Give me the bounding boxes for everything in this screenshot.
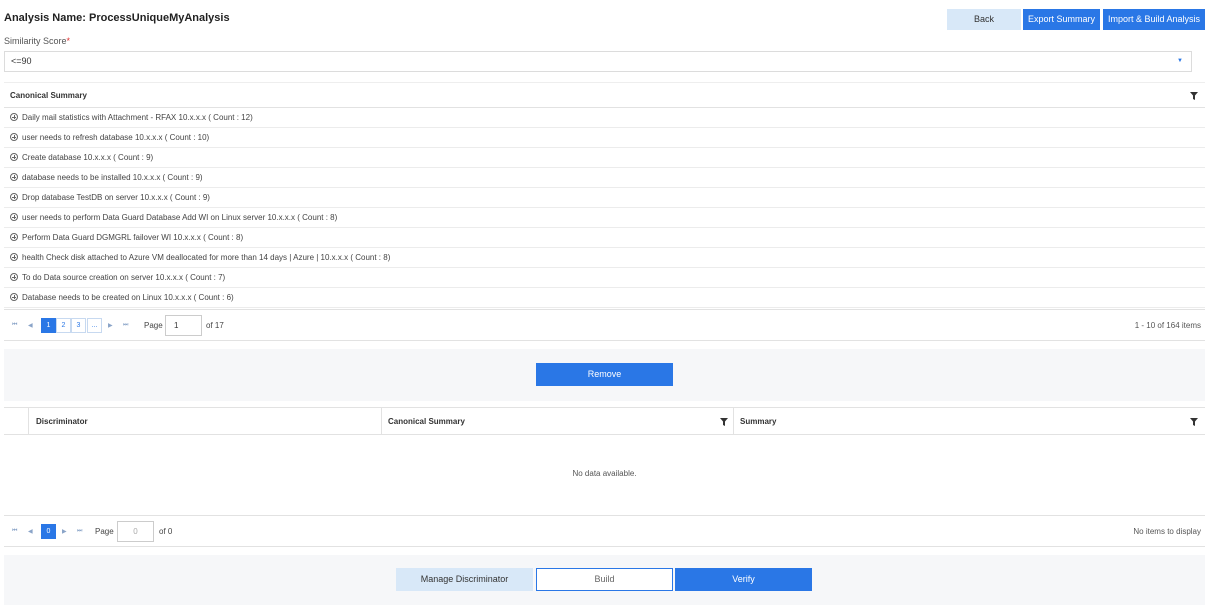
table-row[interactable]: Daily mail statistics with Attachment - …: [4, 108, 1205, 128]
page-label: Page: [95, 527, 114, 536]
dropdown-caret-icon: ▼: [1177, 58, 1183, 64]
build-button[interactable]: Build: [536, 568, 673, 591]
summary-grid-header: Canonical Summary: [4, 82, 1205, 108]
column-divider: [381, 408, 382, 435]
similarity-score-select[interactable]: <=90 ▼: [4, 51, 1192, 72]
verify-button[interactable]: Verify: [675, 568, 812, 591]
table-row[interactable]: database needs to be installed 10.x.x.x …: [4, 168, 1205, 188]
page-number-input[interactable]: 1: [165, 315, 202, 336]
similarity-score-value: <=90: [11, 56, 32, 66]
table-row[interactable]: Drop database TestDB on server 10.x.x.x …: [4, 188, 1205, 208]
filter-icon[interactable]: [1190, 418, 1198, 426]
next-page-icon[interactable]: ▶: [62, 528, 67, 535]
table-row[interactable]: Database needs to be created on Linux 10…: [4, 288, 1205, 308]
last-page-icon[interactable]: ⏭: [77, 528, 82, 535]
row-text: Perform Data Guard DGMGRL failover WI 10…: [22, 233, 244, 242]
expand-plus-icon[interactable]: [10, 193, 18, 201]
table-row[interactable]: user needs to perform Data Guard Databas…: [4, 208, 1205, 228]
footer-actions: Manage Discriminator Build Verify: [4, 555, 1205, 605]
expand-plus-icon[interactable]: [10, 253, 18, 261]
discriminator-column-header: Discriminator: [36, 417, 88, 426]
expand-plus-icon[interactable]: [10, 213, 18, 221]
filter-icon[interactable]: [1190, 92, 1198, 100]
discriminator-grid-pager: ⏮ ◀ 0 ▶ ⏭ Page 0 of 0 No items to displa…: [4, 515, 1205, 547]
empty-grid-message: No data available.: [572, 469, 637, 478]
summary-grid-rows: Daily mail statistics with Attachment - …: [4, 108, 1205, 308]
summary-grid-pager: ⏮ ◀ 1 2 3 ... ▶ ⏭ Page 1 of 17 1 - 10 of…: [4, 309, 1205, 341]
table-row[interactable]: To do Data source creation on server 10.…: [4, 268, 1205, 288]
pager-items-info: No items to display: [1133, 527, 1201, 536]
prev-page-icon[interactable]: ◀: [28, 322, 33, 329]
row-text: Daily mail statistics with Attachment - …: [22, 113, 253, 122]
table-row[interactable]: Perform Data Guard DGMGRL failover WI 10…: [4, 228, 1205, 248]
page-button-3[interactable]: 3: [71, 318, 86, 333]
table-row[interactable]: user needs to refresh database 10.x.x.x …: [4, 128, 1205, 148]
first-page-icon[interactable]: ⏮: [12, 322, 17, 329]
expand-plus-icon[interactable]: [10, 153, 18, 161]
page-number-input[interactable]: 0: [117, 521, 154, 542]
next-page-icon[interactable]: ▶: [108, 322, 113, 329]
row-text: Create database 10.x.x.x ( Count : 9): [22, 153, 154, 162]
page-button-2[interactable]: 2: [56, 318, 71, 333]
row-text: Database needs to be created on Linux 10…: [22, 293, 234, 302]
row-text: health Check disk attached to Azure VM d…: [22, 253, 391, 262]
page-button-1[interactable]: 1: [41, 318, 56, 333]
canonical-summary-column-header: Canonical Summary: [10, 91, 87, 100]
last-page-icon[interactable]: ⏭: [123, 322, 128, 329]
page-total-label: of 17: [206, 321, 224, 330]
row-text: user needs to refresh database 10.x.x.x …: [22, 133, 210, 142]
row-text: user needs to perform Data Guard Databas…: [22, 213, 338, 222]
back-button[interactable]: Back: [947, 9, 1021, 30]
page-button-more[interactable]: ...: [87, 318, 102, 333]
first-page-icon[interactable]: ⏮: [12, 528, 17, 535]
pager-items-info: 1 - 10 of 164 items: [1134, 321, 1201, 330]
similarity-score-label-text: Similarity Score: [4, 36, 67, 46]
column-divider: [28, 408, 29, 435]
table-row[interactable]: health Check disk attached to Azure VM d…: [4, 248, 1205, 268]
remove-button[interactable]: Remove: [536, 363, 673, 386]
summary-column-header: Summary: [740, 417, 777, 426]
expand-plus-icon[interactable]: [10, 273, 18, 281]
filter-icon[interactable]: [720, 418, 728, 426]
required-mark: *: [66, 36, 71, 46]
page-button-0[interactable]: 0: [41, 524, 56, 539]
page-total-label: of 0: [159, 527, 173, 536]
canonical-summary-column-header-2: Canonical Summary: [388, 417, 465, 426]
remove-section: Remove: [4, 349, 1205, 401]
expand-plus-icon[interactable]: [10, 233, 18, 241]
expand-plus-icon[interactable]: [10, 133, 18, 141]
discriminator-grid-header: Discriminator Canonical Summary Summary: [4, 407, 1205, 435]
column-divider: [733, 408, 734, 435]
expand-plus-icon[interactable]: [10, 293, 18, 301]
prev-page-icon[interactable]: ◀: [28, 528, 33, 535]
row-text: To do Data source creation on server 10.…: [22, 273, 226, 282]
expand-plus-icon[interactable]: [10, 173, 18, 181]
row-text: Drop database TestDB on server 10.x.x.x …: [22, 193, 210, 202]
import-build-analysis-button[interactable]: Import & Build Analysis: [1103, 9, 1205, 30]
expand-plus-icon[interactable]: [10, 113, 18, 121]
manage-discriminator-button[interactable]: Manage Discriminator: [396, 568, 533, 591]
row-text: database needs to be installed 10.x.x.x …: [22, 173, 203, 182]
table-row[interactable]: Create database 10.x.x.x ( Count : 9): [4, 148, 1205, 168]
page-label: Page: [144, 321, 163, 330]
analysis-title: Analysis Name: ProcessUniqueMyAnalysis: [4, 12, 230, 24]
export-summary-button[interactable]: Export Summary: [1023, 9, 1100, 30]
similarity-score-label: Similarity Score*: [4, 36, 70, 46]
page-header: Analysis Name: ProcessUniqueMyAnalysis B…: [0, 0, 1209, 38]
